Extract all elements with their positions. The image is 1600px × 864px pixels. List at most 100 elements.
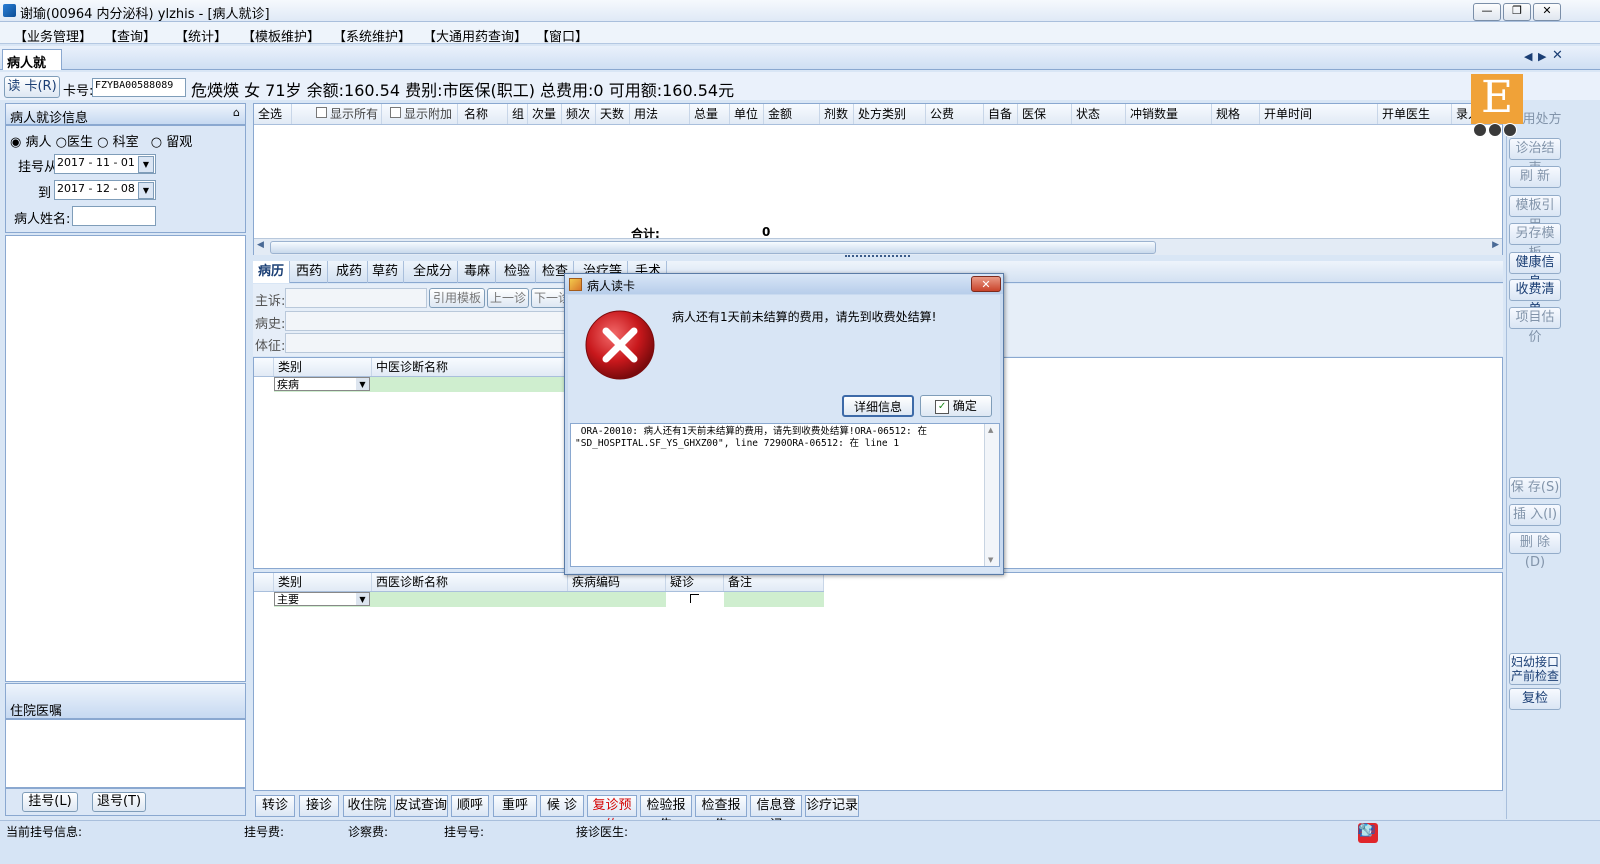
wrench-icon[interactable]: 🔧: [1358, 823, 1373, 837]
date-from-label: 挂号从: [18, 160, 58, 175]
dialog-close-button[interactable]: ✕: [971, 276, 1001, 292]
date-to-field[interactable]: 2017 - 12 - 08 ▼: [54, 180, 156, 200]
patient-name-input[interactable]: [72, 206, 156, 226]
refresh-button[interactable]: 刷 新: [1509, 166, 1561, 188]
pin-icon[interactable]: ⌂: [233, 106, 240, 119]
close-button[interactable]: ✕: [1533, 3, 1561, 21]
save-template-button[interactable]: 另存模板: [1509, 223, 1561, 261]
patient-summary: 危煐煐 女 71岁 余额:160.54 费别:市医保(职工) 总费用:0 可用额…: [191, 81, 735, 100]
wm-type-select[interactable]: 主要 ▼: [274, 592, 370, 606]
template-ref-button[interactable]: 模板引用: [1509, 195, 1561, 233]
delete-button[interactable]: 删 除(D): [1509, 532, 1561, 570]
menu-query[interactable]: 【查询】: [104, 26, 156, 45]
tab-scroll-left-icon[interactable]: ◀: [1524, 50, 1532, 63]
tab-close-icon[interactable]: ✕: [1552, 48, 1563, 63]
menu-drug-query[interactable]: 【大通用药查询】: [423, 26, 527, 45]
health-info-button[interactable]: 健康信息: [1509, 252, 1561, 290]
left-panel-header: 病人就诊信息 ⌂: [5, 103, 246, 126]
details-text-area[interactable]: ORA-20010: 病人还有1天前未结算的费用，请先到收费处结算!ORA-06…: [570, 423, 1000, 567]
skin-test-button[interactable]: 皮试查询: [394, 795, 448, 817]
revisit-appointment-button[interactable]: 复诊预约: [587, 795, 637, 833]
admit-button[interactable]: 收住院: [343, 795, 391, 817]
card-number-field[interactable]: FZYBA00588089: [92, 78, 186, 97]
item-estimate-button[interactable]: 项目估价: [1509, 307, 1561, 345]
chief-complaint-input[interactable]: [285, 288, 427, 308]
scrollbar-thumb[interactable]: [270, 241, 1156, 254]
menu-template[interactable]: 【模板维护】: [242, 26, 320, 45]
tab-herbal[interactable]: 草药: [367, 261, 405, 283]
orders-list[interactable]: [5, 719, 246, 788]
prev-visit-button[interactable]: 上一诊: [487, 288, 529, 308]
col-order-doctor: 开单医生: [1378, 104, 1452, 124]
details-scrollbar[interactable]: ▲ ▼: [984, 424, 999, 566]
details-button[interactable]: 详细信息: [842, 395, 914, 417]
tab-scroll-right-icon[interactable]: ▶: [1538, 50, 1546, 63]
recall-button[interactable]: 重呼: [493, 795, 537, 817]
menu-stats[interactable]: 【统计】: [175, 26, 227, 45]
patient-list[interactable]: [5, 235, 246, 682]
tab-western-medicine[interactable]: 西药: [291, 261, 329, 283]
save-button[interactable]: 保 存(S): [1509, 477, 1561, 499]
tab-narcotics[interactable]: 毒麻: [459, 261, 497, 283]
lab-report-button[interactable]: 检验报告: [640, 795, 692, 833]
select-all-header[interactable]: 全选: [254, 104, 292, 124]
status-bar: 当前挂号信息: 挂号费: 诊察费: 挂号号: 接诊医生: S A ☽ ˙, 🎙 …: [0, 820, 1600, 864]
maternal-prenatal-button[interactable]: 妇幼接口 产前检查: [1509, 653, 1561, 685]
suspected-checkbox-cell[interactable]: [666, 592, 724, 607]
col-name: 名称: [460, 104, 508, 124]
window-title: 谢瑜(00964 内分泌科) ylzhis - [病人就诊]: [20, 7, 270, 22]
info-register-button[interactable]: 信息登记: [750, 795, 802, 833]
tab-all-ingredients[interactable]: 全成分: [408, 261, 459, 283]
tab-medical-record[interactable]: 病历: [253, 261, 291, 283]
radio-dept[interactable]: ○ 科室: [97, 135, 139, 150]
insert-button[interactable]: 插 入(I): [1509, 504, 1561, 526]
wm-col-suspected: 疑诊: [666, 573, 724, 591]
splitter-handle[interactable]: [845, 255, 910, 260]
maximize-button[interactable]: ❐: [1503, 3, 1531, 21]
register-button[interactable]: 挂号(L): [22, 792, 78, 812]
radio-doctor[interactable]: ○医生: [56, 135, 93, 150]
chevron-down-icon[interactable]: ▼: [356, 593, 369, 605]
minimize-button[interactable]: —: [1473, 3, 1501, 21]
history-input[interactable]: [285, 311, 575, 331]
chevron-down-icon[interactable]: ▼: [356, 378, 369, 390]
menu-window[interactable]: 【窗口】: [536, 26, 588, 45]
ref-template-button[interactable]: 引用模板: [429, 288, 485, 308]
date-from-field[interactable]: 2017 - 11 - 01 ▼: [54, 154, 156, 174]
show-all-checkbox[interactable]: 显示所有: [312, 104, 382, 124]
receive-button[interactable]: 接诊: [299, 795, 339, 817]
transfer-button[interactable]: 转诊: [255, 795, 295, 817]
fee-list-button[interactable]: 收费清单: [1509, 279, 1561, 317]
col-spec: 规格: [1212, 104, 1260, 124]
call-next-button[interactable]: 顺呼: [451, 795, 489, 817]
read-card-button[interactable]: 读 卡(R): [4, 76, 60, 98]
unregister-button[interactable]: 退号(T): [92, 792, 146, 812]
waiting-button[interactable]: 候 诊: [540, 795, 584, 817]
recheck-button[interactable]: 复检: [1509, 688, 1561, 710]
ok-button[interactable]: ✓ 确定: [920, 395, 992, 417]
suspected-checkbox[interactable]: [690, 594, 699, 603]
chevron-down-icon[interactable]: ▼: [138, 156, 154, 173]
show-extra-checkbox[interactable]: 显示附加: [386, 104, 458, 124]
radio-patient[interactable]: ◉ 病人: [10, 135, 52, 150]
exam-report-button[interactable]: 检查报告: [695, 795, 747, 833]
table-row[interactable]: 主要 ▼: [274, 592, 824, 607]
menu-business[interactable]: 【业务管理】: [14, 26, 92, 45]
tab-patient-visit[interactable]: 病人就诊: [2, 49, 62, 90]
tab-patent-medicine[interactable]: 成药: [331, 261, 369, 283]
horizontal-scrollbar[interactable]: ◀ ▶: [254, 238, 1502, 255]
finish-diagnosis-button[interactable]: 诊治结束: [1509, 138, 1561, 176]
tcm-type-select[interactable]: 疾病 ▼: [274, 377, 370, 391]
chevron-down-icon[interactable]: ▼: [138, 182, 154, 199]
ime-toolbar[interactable]: S A ☽ ˙, 🎙 ⌨ 👤 👕 🔧: [1358, 821, 1598, 843]
col-public: 公费: [926, 104, 984, 124]
tab-lab-test[interactable]: 检验: [499, 261, 537, 283]
treatment-record-button[interactable]: 诊疗记录: [805, 795, 859, 817]
exam-input[interactable]: [285, 333, 575, 353]
use-prescription-button[interactable]: 用处方: [1522, 110, 1562, 132]
error-icon: [585, 310, 655, 380]
radio-observe[interactable]: ○ 留观: [151, 135, 193, 150]
col-usage: 用法: [630, 104, 690, 124]
wm-col-name: 西医诊断名称: [372, 573, 568, 591]
menu-system[interactable]: 【系统维护】: [333, 26, 411, 45]
